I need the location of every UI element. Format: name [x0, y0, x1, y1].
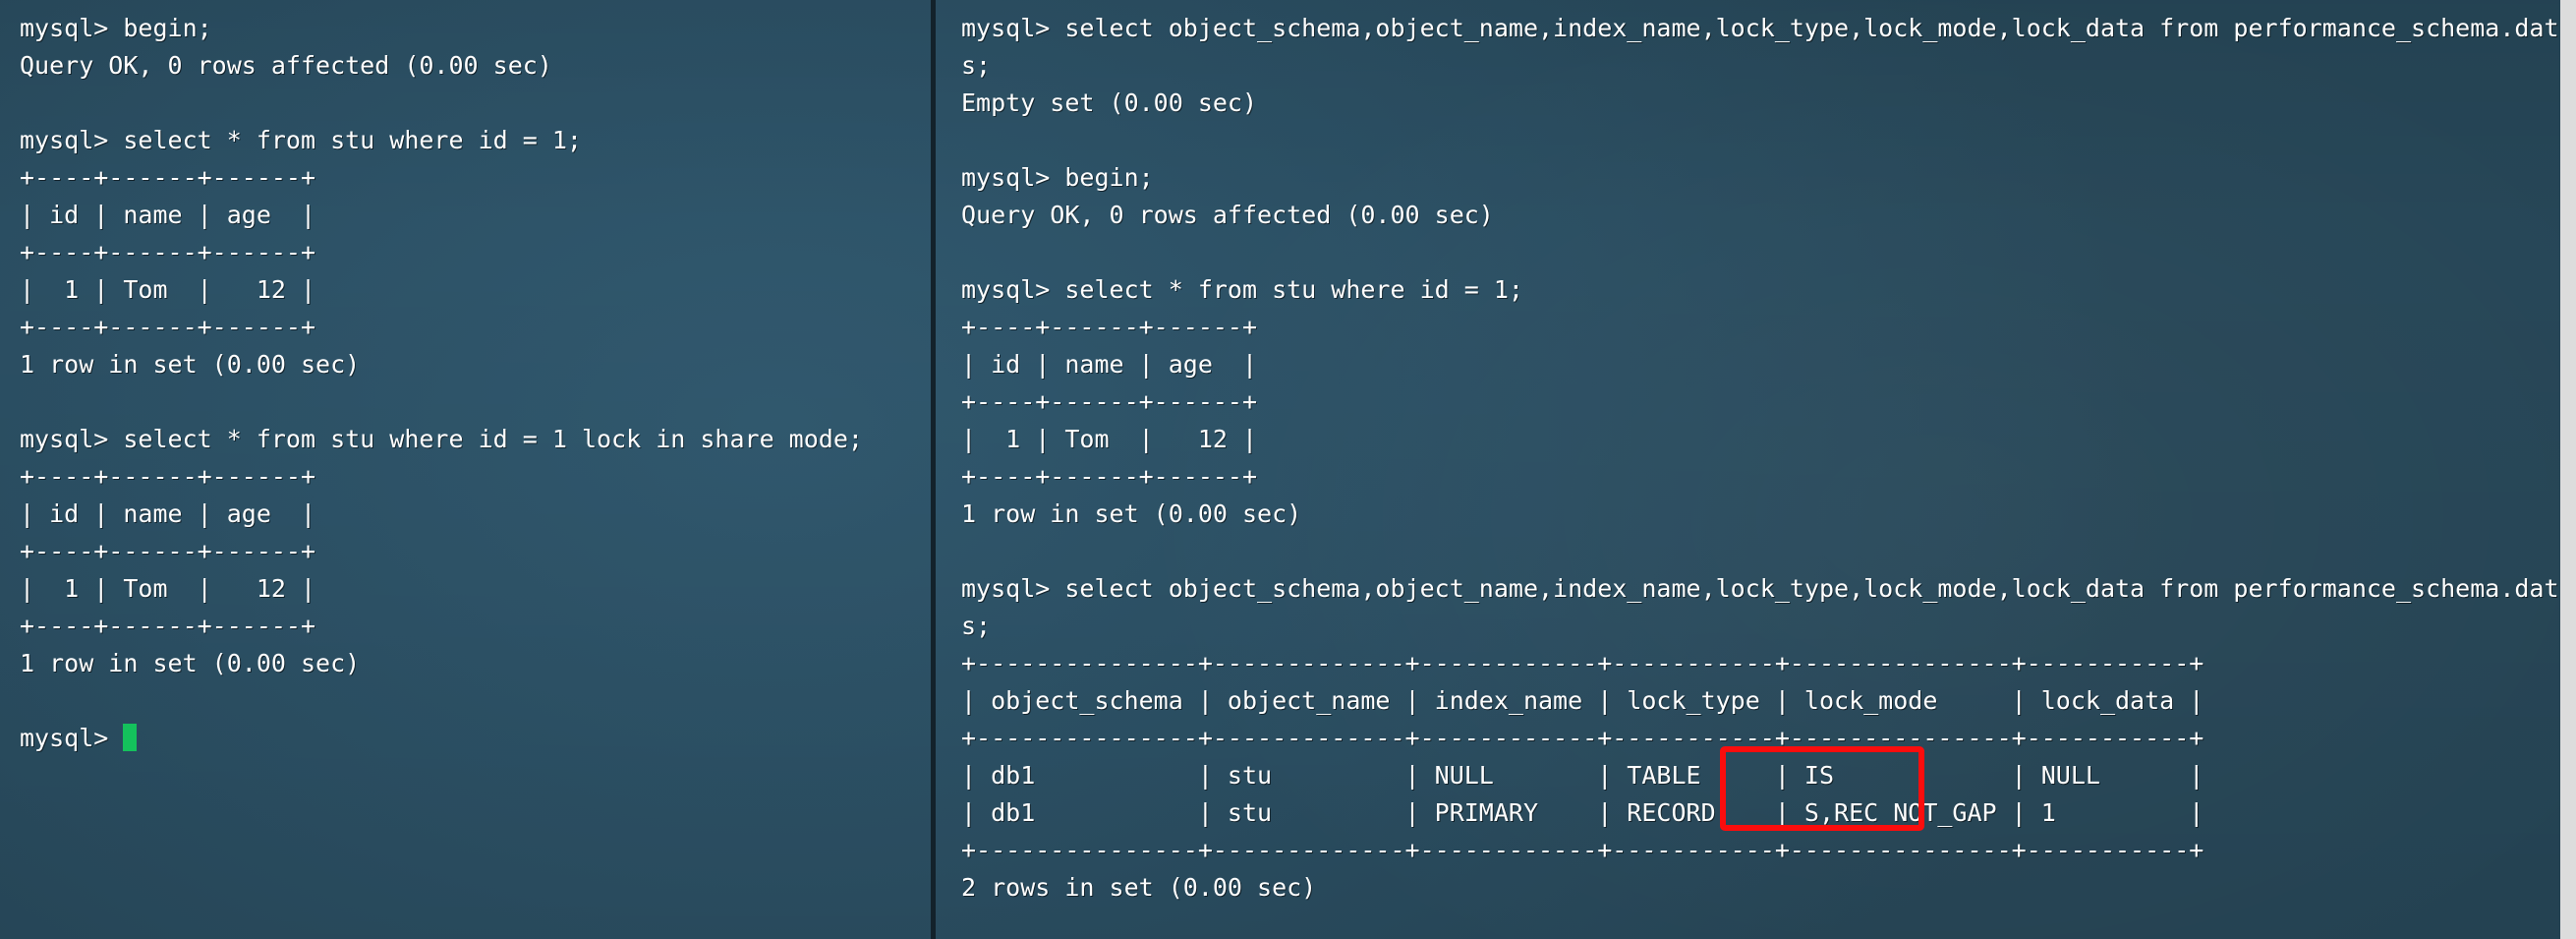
text-cursor: [123, 724, 138, 751]
left-terminal-line: mysql> begin;: [20, 14, 212, 42]
left-terminal-line: 1 row in set (0.00 sec): [20, 350, 361, 379]
left-terminal-line: +----+------+------+: [20, 238, 316, 266]
right-terminal-line: +----+------+------+: [961, 462, 1258, 491]
right-terminal-line: Query OK, 0 rows affected (0.00 sec): [961, 201, 1494, 229]
left-terminal-line: | 1 | Tom | 12 |: [20, 574, 316, 603]
right-terminal-line: Empty set (0.00 sec): [961, 88, 1258, 117]
left-terminal-line: 1 row in set (0.00 sec): [20, 649, 361, 677]
right-terminal-line: [961, 234, 2560, 271]
right-terminal-line: +---------------+-------------+---------…: [961, 836, 2204, 864]
right-terminal-line: [961, 533, 2560, 570]
left-terminal-line: [20, 85, 863, 122]
right-terminal-line: | object_schema | object_name | index_na…: [961, 686, 2204, 715]
left-terminal-line: +----+------+------+: [20, 612, 316, 640]
right-terminal-line: [961, 122, 2560, 159]
right-terminal-line: mysql> begin;: [961, 163, 1154, 192]
right-terminal-line: | db1 | stu | NULL | TABLE | IS | NULL |: [961, 761, 2204, 790]
right-terminal-line: mysql> select * from stu where id = 1;: [961, 275, 1523, 304]
right-terminal-line: s;: [961, 51, 992, 80]
left-terminal-line: mysql>: [20, 720, 863, 757]
left-terminal-line: | id | name | age |: [20, 201, 316, 229]
right-terminal-line: 1 row in set (0.00 sec): [961, 499, 1302, 528]
left-terminal-line: [20, 682, 863, 720]
right-terminal-output: mysql> select object_schema,object_name,…: [936, 0, 2560, 907]
right-terminal-pane[interactable]: mysql> select object_schema,object_name,…: [936, 0, 2560, 939]
left-terminal-line: +----+------+------+: [20, 313, 316, 341]
right-terminal-line: | 1 | Tom | 12 |: [961, 425, 1258, 453]
left-terminal-line: [20, 383, 863, 421]
right-terminal-line: +----+------+------+: [961, 387, 1258, 416]
pane-divider: [931, 0, 936, 939]
left-terminal-output: mysql> begin; Query OK, 0 rows affected (…: [0, 0, 863, 757]
right-terminal-line: +----+------+------+: [961, 313, 1258, 341]
left-terminal-line: +----+------+------+: [20, 462, 316, 491]
left-terminal-line: +----+------+------+: [20, 537, 316, 565]
right-terminal-line: +---------------+-------------+---------…: [961, 724, 2204, 752]
left-terminal-line: +----+------+------+: [20, 163, 316, 192]
right-terminal-line: | id | name | age |: [961, 350, 1258, 379]
right-terminal-line: | db1 | stu | PRIMARY | RECORD | S,REC_N…: [961, 798, 2204, 827]
left-terminal-line: | id | name | age |: [20, 499, 316, 528]
right-terminal-line: 2 rows in set (0.00 sec): [961, 873, 1317, 902]
right-terminal-line: mysql> select object_schema,object_name,…: [961, 574, 2560, 603]
left-terminal-line: mysql> select * from stu where id = 1 lo…: [20, 425, 863, 453]
vertical-scrollbar[interactable]: [2560, 0, 2576, 939]
left-terminal-line: Query OK, 0 rows affected (0.00 sec): [20, 51, 552, 80]
right-terminal-line: s;: [961, 612, 992, 640]
right-terminal-line: +---------------+-------------+---------…: [961, 649, 2204, 677]
terminal-screen: mysql> begin; Query OK, 0 rows affected (…: [0, 0, 2576, 939]
left-terminal-line: | 1 | Tom | 12 |: [20, 275, 316, 304]
left-terminal-pane[interactable]: mysql> begin; Query OK, 0 rows affected (…: [0, 0, 932, 939]
left-terminal-line: mysql> select * from stu where id = 1;: [20, 126, 582, 154]
right-terminal-line: mysql> select object_schema,object_name,…: [961, 14, 2560, 42]
